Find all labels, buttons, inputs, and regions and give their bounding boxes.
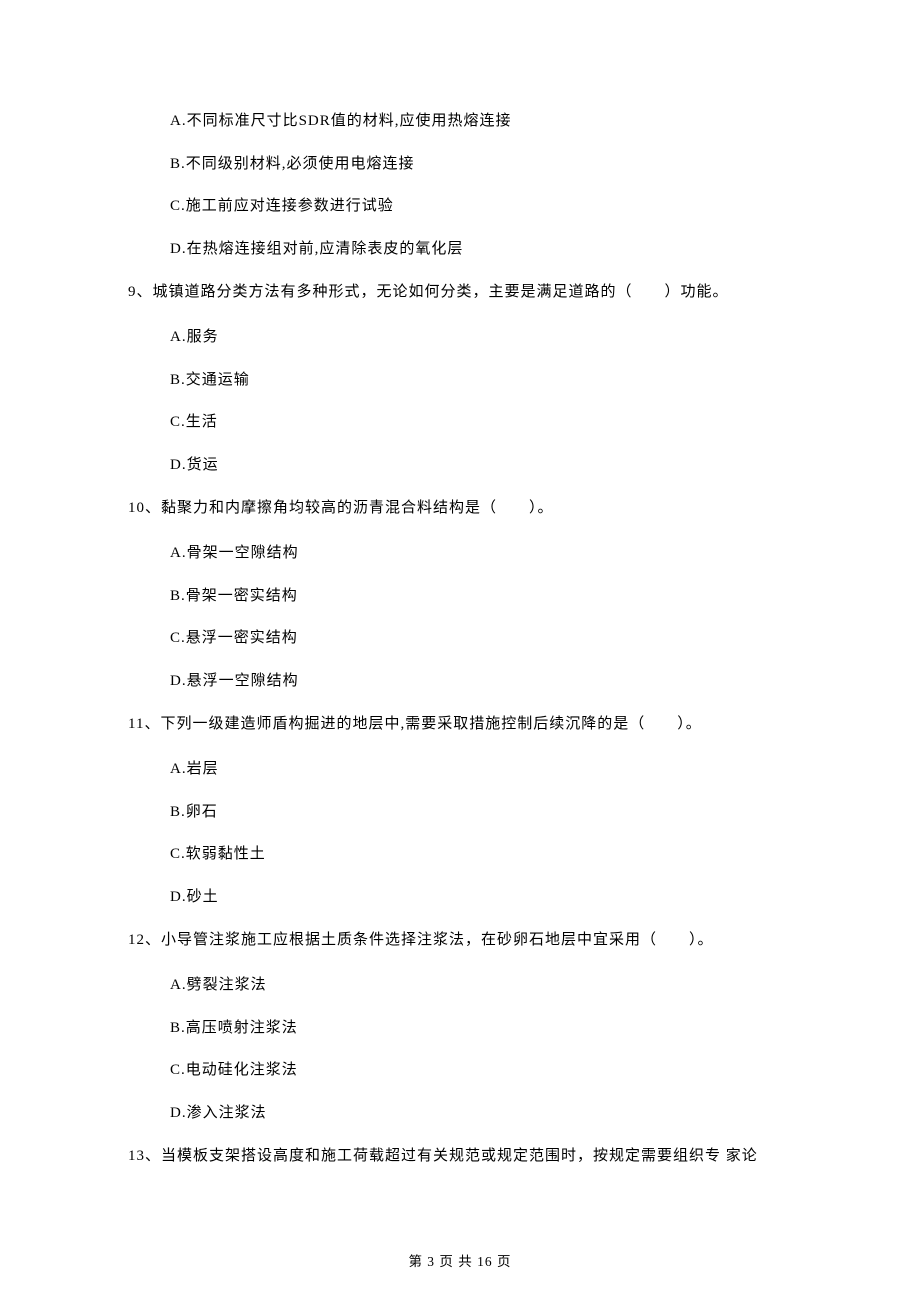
q9-option-c: C.生活 [128, 411, 820, 434]
question-11: 11、下列一级建造师盾构掘进的地层中,需要采取措施控制后续沉降的是（ ）。 [128, 712, 820, 736]
q12-option-c: C.电动硅化注浆法 [128, 1059, 820, 1082]
q11-option-b: B.卵石 [128, 801, 820, 824]
prev-option-d: D.在热熔连接组对前,应清除表皮的氧化层 [128, 238, 820, 261]
question-13: 13、当模板支架搭设高度和施工荷载超过有关规范或规定范围时，按规定需要组织专 家… [128, 1144, 820, 1168]
prev-option-a: A.不同标准尺寸比SDR值的材料,应使用热熔连接 [128, 110, 820, 133]
q12-option-d: D.渗入注浆法 [128, 1102, 820, 1125]
q10-option-b: B.骨架一密实结构 [128, 585, 820, 608]
q12-option-a: A.劈裂注浆法 [128, 974, 820, 997]
q11-option-c: C.软弱黏性土 [128, 843, 820, 866]
question-9: 9、城镇道路分类方法有多种形式，无论如何分类，主要是满足道路的（ ）功能。 [128, 280, 820, 304]
question-10: 10、黏聚力和内摩擦角均较高的沥青混合料结构是（ ）。 [128, 496, 820, 520]
q10-option-c: C.悬浮一密实结构 [128, 627, 820, 650]
q9-option-a: A.服务 [128, 326, 820, 349]
q10-option-d: D.悬浮一空隙结构 [128, 670, 820, 693]
q11-option-d: D.砂土 [128, 886, 820, 909]
q12-option-b: B.高压喷射注浆法 [128, 1017, 820, 1040]
page-footer: 第 3 页 共 16 页 [0, 1250, 920, 1270]
q10-option-a: A.骨架一空隙结构 [128, 542, 820, 565]
question-12: 12、小导管注浆施工应根据土质条件选择注浆法，在砂卵石地层中宜采用（ ）。 [128, 928, 820, 952]
q11-option-a: A.岩层 [128, 758, 820, 781]
prev-option-b: B.不同级别材料,必须使用电熔连接 [128, 153, 820, 176]
prev-option-c: C.施工前应对连接参数进行试验 [128, 195, 820, 218]
q9-option-d: D.货运 [128, 454, 820, 477]
q9-option-b: B.交通运输 [128, 369, 820, 392]
